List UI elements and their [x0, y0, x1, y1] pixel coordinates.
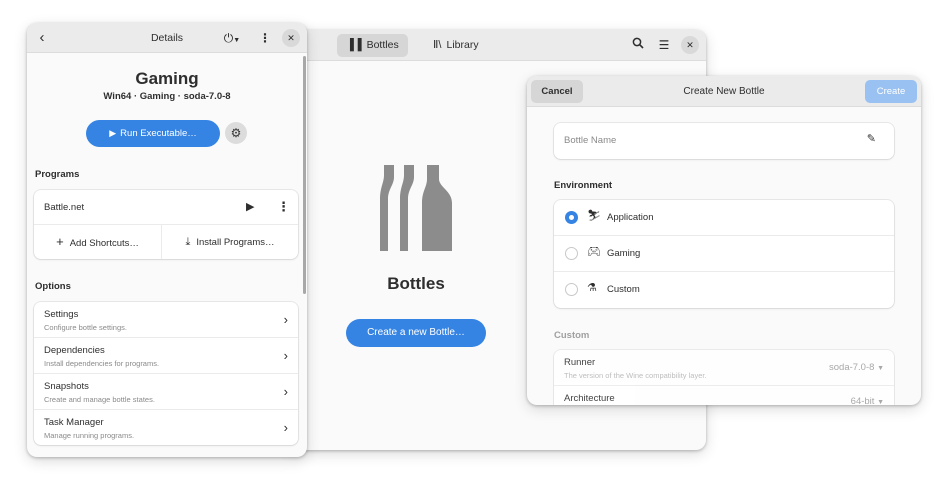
- close-icon[interactable]: ✕: [282, 29, 300, 47]
- run-executable-label: Run Executable…: [120, 128, 197, 139]
- architecture-row[interactable]: Architecture 64-bit ▼: [554, 386, 894, 405]
- runner-dropdown[interactable]: soda-7.0-8 ▼: [829, 362, 884, 373]
- details-window: ‹ Details ⏻▼ ⋮ ✕ Gaming Win64 · Gaming ·…: [27, 23, 307, 457]
- chevron-right-icon: ›: [283, 384, 288, 399]
- bottles-tab-icon: ▐▐: [346, 39, 362, 51]
- environment-application[interactable]: ⛷ Application: [554, 200, 894, 236]
- runner-title: Runner: [564, 357, 596, 368]
- dialog-headerbar: Cancel Create New Bottle Create: [527, 76, 921, 107]
- pencil-icon[interactable]: ✎: [867, 132, 876, 145]
- environment-card: ⛷ Application 🎮︎ Gaming ⚗ Custom: [554, 200, 894, 308]
- tab-bottles[interactable]: ▐▐ Bottles: [337, 34, 408, 57]
- close-icon[interactable]: ✕: [681, 36, 699, 54]
- option-task-manager[interactable]: Task Manager Manage running programs. ›: [34, 410, 298, 445]
- architecture-value: 64-bit: [850, 396, 875, 405]
- custom-heading: Custom: [554, 330, 590, 341]
- tab-library[interactable]: Ⅱ\ Library: [424, 34, 488, 57]
- bottle-name-field[interactable]: Bottle Name ✎: [554, 123, 894, 159]
- options-card: Settings Configure bottle settings. › De…: [34, 302, 298, 445]
- menu-icon[interactable]: ☰: [655, 36, 673, 54]
- options-heading: Options: [35, 281, 71, 292]
- chevron-right-icon: ›: [283, 312, 288, 327]
- environment-label: Gaming: [607, 248, 641, 259]
- main-headerbar: ▐▐ Bottles Ⅱ\ Library ☰ ✕: [288, 30, 706, 61]
- bottles-logo-icon: [380, 165, 452, 251]
- dialog-title: Create New Bottle: [683, 86, 765, 97]
- custom-card: Runner The version of the Wine compatibi…: [554, 350, 894, 405]
- play-icon[interactable]: ▶: [246, 200, 254, 213]
- option-subtitle: Manage running programs.: [44, 431, 135, 440]
- runner-subtitle: The version of the Wine compatibility la…: [564, 371, 707, 380]
- environment-heading: Environment: [554, 180, 613, 191]
- environment-label: Custom: [607, 284, 640, 295]
- chevron-right-icon: ›: [283, 348, 288, 363]
- option-title: Settings: [44, 309, 79, 320]
- create-bottle-dialog: Cancel Create New Bottle Create Bottle N…: [527, 76, 921, 405]
- create-button[interactable]: Create: [865, 80, 917, 103]
- add-shortcuts-label: Add Shortcuts…: [69, 238, 139, 249]
- plus-icon: +: [56, 234, 64, 249]
- run-executable-button[interactable]: ▶ Run Executable…: [86, 120, 220, 147]
- details-headerbar: ‹ Details ⏻▼ ⋮ ✕: [27, 23, 307, 53]
- create-new-bottle-button[interactable]: Create a new Bottle…: [346, 319, 486, 347]
- library-icon: Ⅱ\: [433, 39, 442, 51]
- option-subtitle: Configure bottle settings.: [44, 323, 127, 332]
- bottle-meta: Win64 · Gaming · soda-7.0-8: [103, 91, 231, 102]
- tab-bottles-label: Bottles: [366, 39, 399, 51]
- gear-icon[interactable]: ⚙: [225, 122, 247, 144]
- install-programs-button[interactable]: ⤓ Install Programs…: [162, 225, 298, 259]
- runner-value: soda-7.0-8: [829, 362, 875, 373]
- program-row[interactable]: Battle.net ▶ ⋮: [34, 190, 298, 225]
- program-name: Battle.net: [44, 202, 85, 213]
- option-title: Task Manager: [44, 417, 104, 428]
- chevron-right-icon: ›: [283, 420, 288, 435]
- option-settings[interactable]: Settings Configure bottle settings. ›: [34, 302, 298, 338]
- dropdown-arrow-icon: ▼: [877, 365, 884, 372]
- runner-row[interactable]: Runner The version of the Wine compatibi…: [554, 350, 894, 386]
- bottles-title: Bottles: [387, 274, 445, 293]
- radio-button[interactable]: [565, 283, 578, 296]
- play-icon: ▶: [109, 128, 117, 138]
- search-icon[interactable]: [629, 36, 647, 54]
- flask-icon: ⚗: [587, 282, 597, 294]
- radio-button[interactable]: [565, 247, 578, 260]
- dropdown-arrow-icon: ▼: [877, 399, 884, 405]
- option-snapshots[interactable]: Snapshots Create and manage bottle state…: [34, 374, 298, 410]
- add-shortcuts-button[interactable]: + Add Shortcuts…: [34, 225, 162, 259]
- option-subtitle: Create and manage bottle states.: [44, 395, 155, 404]
- option-title: Snapshots: [44, 381, 89, 392]
- programs-heading: Programs: [35, 169, 80, 180]
- environment-custom[interactable]: ⚗ Custom: [554, 272, 894, 308]
- application-icon: ⛷: [587, 210, 601, 222]
- architecture-title: Architecture: [564, 393, 615, 404]
- radio-button[interactable]: [565, 211, 578, 224]
- option-subtitle: Install dependencies for programs.: [44, 359, 160, 368]
- more-vertical-icon[interactable]: ⋮: [277, 199, 290, 215]
- environment-gaming[interactable]: 🎮︎ Gaming: [554, 236, 894, 272]
- download-icon: ⤓: [185, 236, 191, 248]
- environment-label: Application: [607, 212, 654, 223]
- option-title: Dependencies: [44, 345, 105, 356]
- install-programs-label: Install Programs…: [196, 237, 275, 248]
- gamepad-icon: 🎮︎: [587, 246, 601, 258]
- power-menu-icon[interactable]: ⏻▼: [219, 29, 245, 47]
- programs-card: Battle.net ▶ ⋮ + Add Shortcuts… ⤓ Install …: [34, 190, 298, 259]
- option-dependencies[interactable]: Dependencies Install dependencies for pr…: [34, 338, 298, 374]
- program-actions-row: + Add Shortcuts… ⤓ Install Programs…: [34, 225, 298, 259]
- tab-library-label: Library: [446, 39, 479, 51]
- architecture-dropdown[interactable]: 64-bit ▼: [851, 396, 884, 405]
- bottle-name-placeholder: Bottle Name: [564, 135, 617, 146]
- more-vertical-icon[interactable]: ⋮: [256, 29, 274, 47]
- bottle-name: Gaming: [135, 69, 199, 88]
